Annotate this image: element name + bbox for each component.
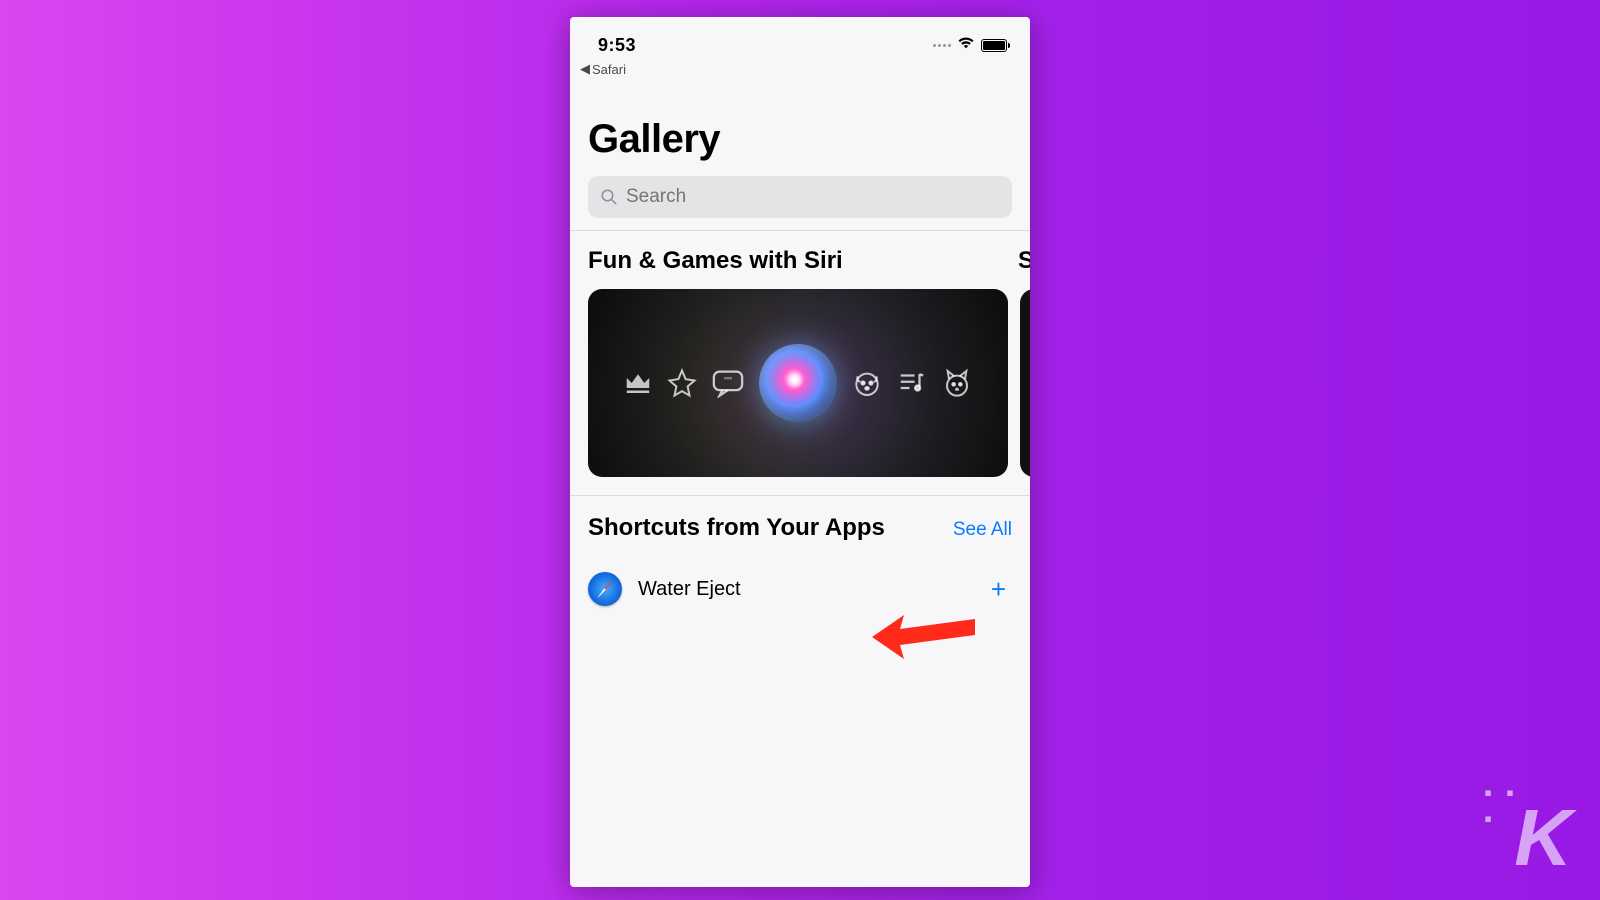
speech-bubble-icon: "" [711, 368, 745, 398]
carousel-peek-title: S [1018, 247, 1030, 275]
back-to-app-button[interactable]: ◀ Safari [570, 61, 1030, 83]
shortcuts-from-apps-section: Shortcuts from Your Apps See All Water E… [570, 496, 1030, 610]
watermark-logo: ▪ ▪▪ K [1514, 792, 1566, 884]
search-input[interactable] [626, 186, 1000, 208]
back-caret-icon: ◀ [580, 61, 590, 77]
see-all-link[interactable]: See All [953, 519, 1012, 541]
apps-section-title: Shortcuts from Your Apps [588, 514, 885, 542]
battery-icon [981, 39, 1010, 52]
shortcut-row[interactable]: Water Eject + [588, 568, 1012, 610]
header: Gallery [570, 83, 1030, 231]
search-icon [600, 188, 618, 206]
crown-icon [623, 368, 653, 398]
siri-orb-icon [759, 344, 837, 422]
annotation-arrow-icon [870, 607, 980, 667]
status-icons [933, 36, 1010, 55]
status-bar: 9:53 [570, 17, 1030, 61]
svg-text:"": "" [724, 375, 732, 387]
feature-card-peek[interactable] [1020, 289, 1030, 477]
star-icon [667, 368, 697, 398]
feature-card-siri-games[interactable]: "" [588, 289, 1008, 477]
carousel-title: Fun & Games with Siri [588, 247, 843, 275]
wifi-icon [957, 36, 975, 55]
featured-carousel-section: Fun & Games with Siri S "" [570, 231, 1030, 496]
status-time: 9:53 [598, 35, 636, 56]
phone-screenshot: 9:53 ◀ Safari Gallery Fun & Games with S… [570, 17, 1030, 887]
safari-icon [588, 572, 622, 606]
shortcut-label: Water Eject [638, 578, 969, 601]
music-list-icon [897, 368, 927, 398]
dog-face-icon [851, 367, 883, 399]
search-bar[interactable] [588, 176, 1012, 218]
add-shortcut-button[interactable]: + [985, 576, 1012, 602]
back-app-label: Safari [592, 62, 626, 77]
cellular-signal-icon [933, 44, 951, 47]
cat-face-icon [941, 367, 973, 399]
carousel-row[interactable]: "" [588, 289, 1030, 477]
page-title: Gallery [588, 117, 1012, 162]
